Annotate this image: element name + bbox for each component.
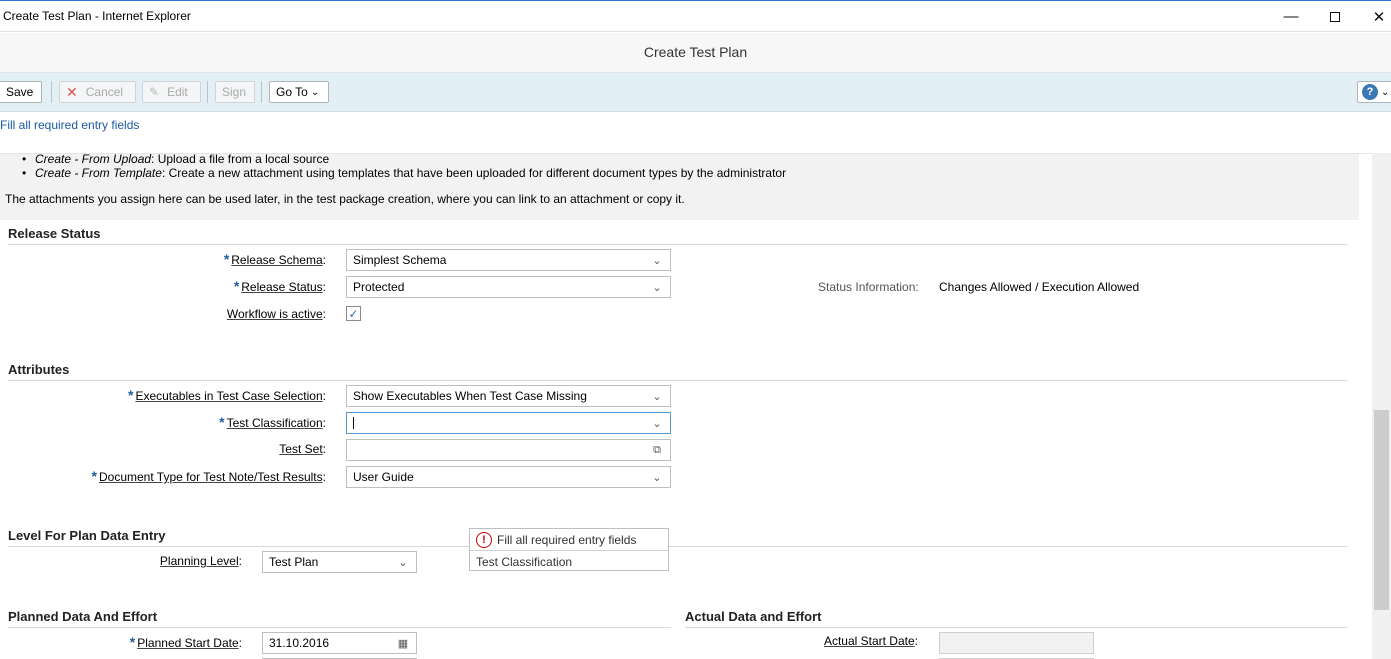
section-title-attributes: Attributes (8, 362, 70, 377)
toolbar-separator (51, 81, 52, 103)
app-header: Create Test Plan (0, 33, 1391, 73)
section-title-release-status: Release Status (8, 226, 101, 241)
help-term: Create - From Upload (35, 153, 152, 166)
planning-level-label: Planning Level: (159, 554, 242, 568)
help-panel: • Create - From Upload: Upload a file fr… (0, 154, 1359, 220)
help-icon: ? (1362, 84, 1378, 100)
help-text: : Create a new attachment using template… (161, 166, 787, 180)
status-information-value: Changes Allowed / Execution Allowed (939, 280, 1140, 294)
section-title-planned: Planned Data And Effort (8, 609, 158, 624)
maximize-icon[interactable] (1312, 1, 1358, 32)
checkmark-icon: ✓ (348, 306, 359, 321)
workflow-active-label: Workflow is active: (226, 307, 326, 321)
save-label: Save (6, 85, 34, 99)
release-status-dropdown[interactable]: Protected ⌄ (346, 276, 671, 298)
chevron-down-icon: ⌄ (398, 556, 408, 569)
help-term: Create - From Template (35, 166, 162, 180)
chevron-down-icon: ⌄ (652, 390, 662, 403)
toolbar-separator (261, 81, 262, 103)
error-popup: ! Fill all required entry fields Test Cl… (469, 528, 669, 571)
planning-level-dropdown[interactable]: Test Plan ⌄ (262, 551, 417, 573)
page-title: Create Test Plan (643, 44, 748, 60)
error-icon: ! (476, 532, 492, 548)
goto-label: Go To (276, 85, 308, 99)
section-divider (8, 546, 1348, 547)
cancel-label: Cancel (85, 85, 124, 99)
pencil-icon: ✎ (149, 85, 160, 99)
actual-start-date-input (939, 632, 1094, 654)
executables-label: * Executables in Test Case Selection: (127, 387, 326, 403)
error-message: Fill all required entry fields (497, 533, 637, 547)
close-icon: ✕ (66, 83, 78, 100)
window-titlebar: Create Test Plan - Internet Explorer — ✕ (0, 0, 1391, 32)
form-content: • Create - From Upload: Upload a file fr… (0, 153, 1372, 659)
chevron-down-icon: ⌄ (652, 281, 662, 294)
cancel-button[interactable]: ✕ Cancel (59, 81, 136, 103)
required-icon: * (219, 414, 225, 430)
error-field-link[interactable]: Test Classification (476, 555, 572, 569)
required-icon: * (233, 278, 240, 294)
actual-start-date-label: Actual Start Date: (823, 634, 918, 648)
minimize-icon[interactable]: — (1268, 1, 1314, 32)
window-title: Create Test Plan - Internet Explorer (3, 9, 191, 23)
test-classification-dropdown[interactable]: ⌄ (346, 412, 671, 434)
section-divider (8, 380, 1348, 381)
popup-divider (470, 550, 668, 551)
release-schema-dropdown[interactable]: Simplest Schema ⌄ (346, 249, 671, 271)
toolbar-separator (207, 81, 208, 103)
required-icon: * (127, 387, 134, 403)
release-status-label: * Release Status: (233, 278, 326, 294)
section-title-level: Level For Plan Data Entry (8, 528, 166, 543)
required-icon: * (129, 634, 136, 650)
document-type-dropdown[interactable]: User Guide ⌄ (346, 466, 671, 488)
help-menu-button[interactable]: ? ⌄ (1357, 81, 1391, 103)
planned-start-date-label: * Planned Start Date: (129, 634, 242, 650)
document-type-label: * Document Type for Test Note/Test Result… (91, 468, 326, 484)
sign-label: Sign (222, 85, 247, 99)
test-set-label: Test Set: (279, 442, 326, 456)
message-strip[interactable]: Fill all required entry fields (0, 118, 139, 132)
section-title-actual: Actual Data and Effort (685, 609, 822, 624)
close-icon[interactable]: ✕ (1356, 1, 1391, 32)
help-note: The attachments you assign here can be u… (5, 192, 685, 206)
chevron-down-icon: ⌄ (1381, 86, 1390, 98)
scrollbar-thumb[interactable] (1374, 410, 1389, 610)
section-divider (685, 627, 1348, 628)
edit-label: Edit (167, 85, 188, 99)
value-help-icon[interactable]: ⧉ (650, 443, 664, 457)
workflow-active-checkbox[interactable]: ✓ (346, 306, 361, 321)
sign-button[interactable]: Sign (215, 81, 255, 103)
release-schema-label: * Release Schema: (223, 251, 326, 267)
planned-start-date-input[interactable]: 31.10.2016 ▦ (262, 632, 417, 654)
executables-dropdown[interactable]: Show Executables When Test Case Missing … (346, 385, 671, 407)
chevron-down-icon: ⌄ (652, 471, 662, 484)
toolbar: Save ✕ Cancel ✎ Edit Sign Go To ⌄ ? ⌄ (0, 73, 1391, 112)
section-divider (8, 244, 1348, 245)
required-icon: * (91, 468, 97, 484)
calendar-icon[interactable]: ▦ (396, 636, 410, 650)
section-divider (8, 627, 671, 628)
chevron-down-icon: ⌄ (310, 86, 320, 98)
edit-button[interactable]: ✎ Edit (142, 81, 201, 103)
chevron-down-icon: ⌄ (652, 254, 662, 267)
test-classification-label: * Test Classification: (219, 414, 326, 430)
required-icon: * (223, 251, 230, 267)
test-set-input[interactable]: ⧉ (346, 439, 671, 461)
chevron-down-icon: ⌄ (652, 417, 662, 430)
save-button[interactable]: Save (0, 81, 42, 103)
goto-menu-button[interactable]: Go To ⌄ (269, 81, 329, 103)
help-text: : Upload a file from a local source (151, 153, 330, 166)
status-information-label: Status Information: (818, 280, 919, 294)
